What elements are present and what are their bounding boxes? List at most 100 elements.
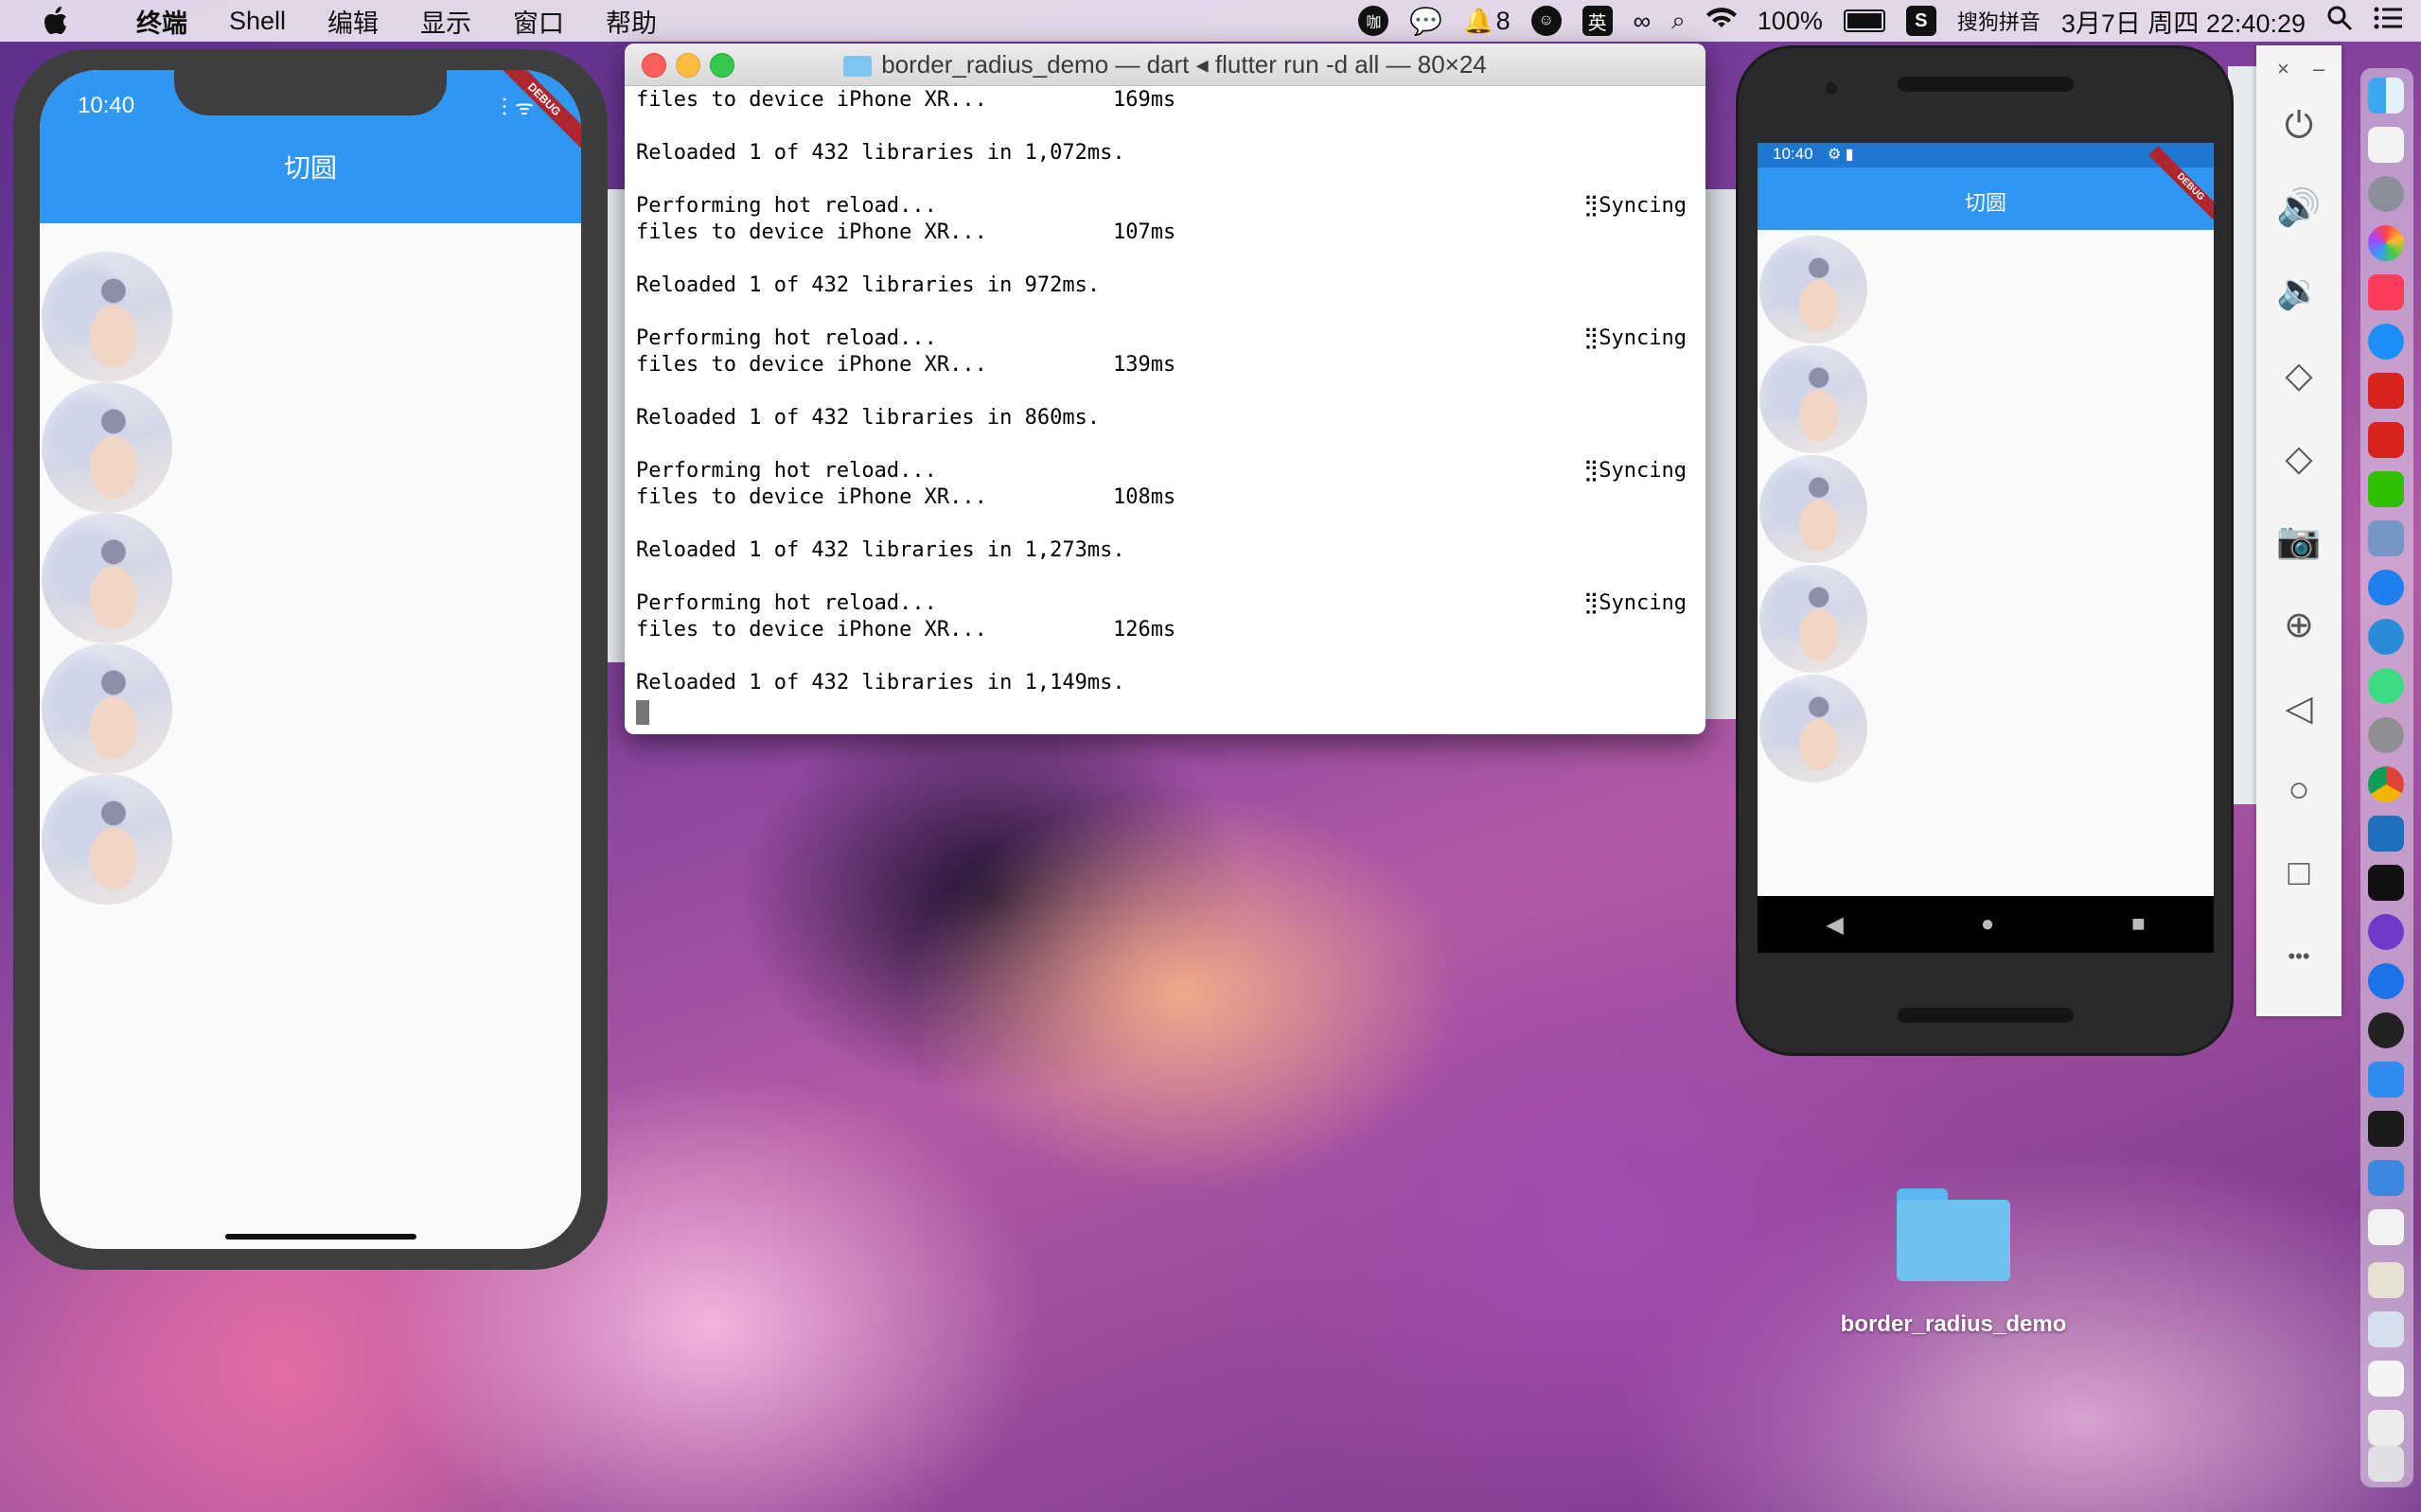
app-store-icon[interactable] [2368,324,2404,360]
photos-icon[interactable] [2368,225,2404,261]
sogou-icon[interactable]: S [1905,6,1936,36]
android-status-time: 10:40 [1773,145,1813,163]
menubar-clock[interactable]: 3月7日 周四 22:40:29 [2061,3,2306,40]
vscode-icon[interactable] [2368,816,2404,852]
home-indicator[interactable] [225,1234,416,1239]
close-icon[interactable]: × [2277,57,2289,81]
android-nav-bar: ◀ ● ■ [1758,896,2214,953]
maps-icon[interactable] [2368,963,2404,999]
trash-icon[interactable] [2368,1446,2404,1482]
terminal-line-text: Reloaded 1 of 432 libraries in 972ms. [636,273,1101,297]
desktop-folder-icon[interactable] [1897,1188,2010,1281]
spotlight-search-icon[interactable] [2326,5,2353,38]
volume-up-icon[interactable]: 🔊 [2256,187,2341,229]
wechat-icon[interactable] [2368,471,2404,507]
zoom-icon[interactable]: ⊕ [2256,604,2341,646]
terminal-line-text: Reloaded 1 of 432 libraries in 860ms. [636,406,1101,430]
circular-avatar-image [42,252,172,382]
back-icon[interactable]: ◀ [1826,911,1843,939]
terminal-line-text: files to device iPhone XR... [636,353,987,377]
rotate-right-icon[interactable]: ◇ [2256,437,2341,480]
power-icon[interactable]: ⏻ [2256,106,2341,147]
android-screen: 10:40 ⚙ ▮ 切圆 DEBUG ◀ ● ■ [1758,143,2214,953]
wechat-icon[interactable]: 💬 [1409,6,1442,37]
android-app-bar: 切圆 DEBUG [1758,146,2214,230]
rotate-left-icon[interactable]: ◇ [2256,354,2341,396]
webstorm-icon[interactable] [2368,865,2404,901]
menu-shell[interactable]: Shell [229,7,286,36]
wifi-icon[interactable] [1705,7,1737,36]
minimize-icon[interactable]: – [2313,57,2324,81]
app-icon[interactable] [2368,422,2404,458]
terminal-line: Reloaded 1 of 432 libraries in 1,149ms. [636,670,1698,696]
document-icon[interactable] [2368,1311,2404,1347]
recents-icon[interactable]: ■ [2131,911,2146,938]
desktop-folder-label[interactable]: border_radius_demo [1830,1310,2076,1340]
more-icon[interactable]: ••• [2256,944,2341,969]
safari-icon[interactable] [2368,570,2404,606]
menu-help[interactable]: 帮助 [606,3,657,40]
terminal-title-bar[interactable]: border_radius_demo — dart ◂ flutter run … [625,44,1705,86]
back-icon[interactable]: ◁ [2256,687,2341,730]
app-icon[interactable] [2368,1209,2404,1245]
search-status-icon[interactable]: ⌕ [1671,6,1686,36]
terminal-line: Reloaded 1 of 432 libraries in 1,072ms. [636,140,1698,167]
android-studio-icon[interactable] [2368,668,2404,704]
xcode-icon[interactable] [2368,1062,2404,1098]
volume-down-icon[interactable]: 🔉 [2256,271,2341,312]
ime-name[interactable]: 搜狗拼音 [1957,6,2041,36]
android-app-title: 切圆 [1964,191,2006,215]
home-icon[interactable]: ● [1981,911,1995,938]
battery-icon[interactable] [1843,9,1885,32]
notes-icon[interactable] [2368,127,2404,163]
qq-icon[interactable] [2368,1012,2404,1048]
app-icon[interactable] [2368,1160,2404,1196]
terminal-line: files to device iPhone XR... 107ms [636,220,1698,246]
app-status-icon[interactable]: 咖 [1358,6,1389,36]
terminal-line-text: Performing hot reload... [636,326,937,350]
document-icon[interactable] [2368,1410,2404,1446]
terminal-line: Performing hot reload... ⣻Syncing [636,590,1698,617]
preview-icon[interactable] [2368,520,2404,556]
face-icon[interactable]: ☺ [1530,6,1562,36]
camera-icon[interactable]: 📷 [2256,520,2341,562]
document-icon[interactable] [2368,1361,2404,1397]
circular-avatar-image [1759,565,1867,673]
chrome-icon[interactable] [2368,766,2404,802]
terminal-line: Reloaded 1 of 432 libraries in 972ms. [636,273,1698,299]
creative-cloud-icon[interactable]: ∞ [1634,7,1652,36]
system-preferences-icon[interactable] [2368,717,2404,753]
launchpad-icon[interactable] [2368,176,2404,212]
android-status-bar: 10:40 ⚙ ▮ [1758,143,2214,167]
terminal-line-syncing: ⣻Syncing [1583,459,1687,483]
terminal-output[interactable]: files to device iPhone XR... 169ms Reloade… [636,87,1698,725]
input-language[interactable]: 英 [1582,6,1613,36]
circular-avatar-image [1759,675,1867,782]
folder-icon [843,56,873,78]
avatar-list [40,252,172,905]
terminal-line-duration: 107ms [1113,220,1176,244]
terminal-line: Performing hot reload... ⣻Syncing [636,325,1698,352]
top-speaker [1898,77,2074,92]
menu-app-name[interactable]: 终端 [136,3,187,40]
markdown-icon[interactable] [2368,619,2404,655]
document-icon[interactable] [2368,1262,2404,1298]
finder-icon[interactable] [2368,78,2404,114]
apple-menu-icon[interactable] [38,7,74,35]
app-icon[interactable] [2368,373,2404,409]
menu-edit[interactable]: 编辑 [327,3,379,40]
home-icon[interactable]: ○ [2256,770,2341,811]
iphone-app-title: 切圆 [283,153,337,183]
menu-view[interactable]: 显示 [420,3,471,40]
terminal-cursor [636,700,649,725]
music-icon[interactable] [2368,274,2404,310]
notification-bell-icon[interactable]: 🔔 8 [1463,7,1510,36]
terminal-icon[interactable] [2368,1111,2404,1147]
overview-icon[interactable]: □ [2256,853,2341,894]
github-icon[interactable] [2368,914,2404,950]
notification-center-icon[interactable] [2374,7,2402,36]
menu-window[interactable]: 窗口 [513,3,564,40]
